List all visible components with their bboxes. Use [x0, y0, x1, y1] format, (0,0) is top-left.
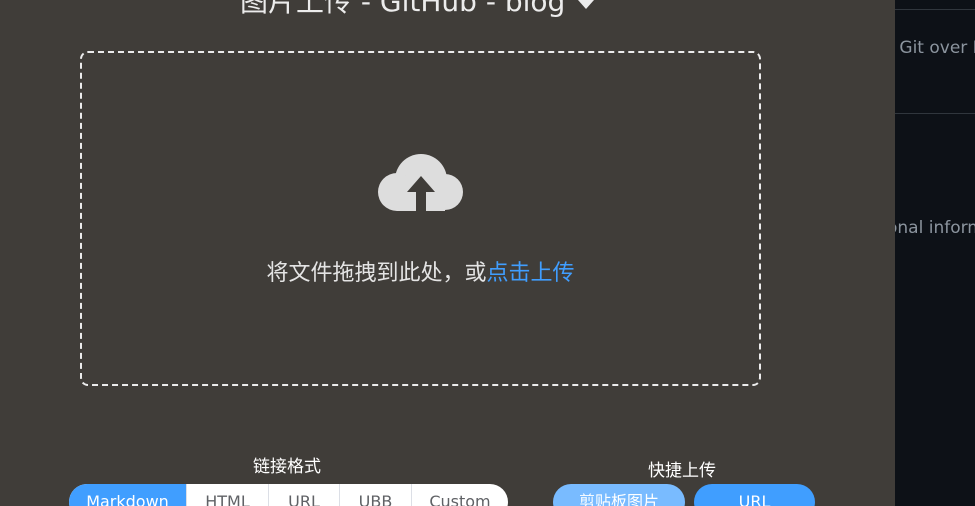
format-option-custom[interactable]: Custom	[412, 484, 508, 506]
picbed-title[interactable]: 图片上传 - GitHub - blog	[240, 0, 565, 20]
format-option-html[interactable]: HTML	[187, 484, 269, 506]
upload-dropzone[interactable]: 将文件拖拽到此处，或点击上传	[80, 51, 761, 386]
dropzone-label: 将文件拖拽到此处，或	[266, 261, 487, 286]
background-text: r Git over H	[895, 38, 975, 58]
format-option-url[interactable]: URL	[269, 484, 340, 506]
link-format-selector: Markdown HTML URL UBB Custom	[69, 484, 508, 506]
clipboard-upload-button[interactable]: 剪贴板图片	[553, 484, 685, 506]
background-page: r Git over H onal inform	[895, 0, 975, 506]
caret-down-icon[interactable]	[578, 0, 594, 9]
background-text: onal inform	[895, 218, 975, 238]
cloud-upload-icon	[378, 154, 463, 212]
divider	[895, 113, 975, 114]
quick-upload-label: 快捷上传	[648, 461, 716, 481]
click-upload-link[interactable]: 点击上传	[487, 261, 575, 286]
dropzone-text: 将文件拖拽到此处，或点击上传	[82, 255, 759, 287]
format-option-markdown[interactable]: Markdown	[69, 484, 187, 506]
divider	[895, 9, 975, 10]
upload-panel: 图片上传 - GitHub - blog 将文件拖拽到此处，或点击上传 链接格式…	[0, 0, 895, 506]
format-option-ubb[interactable]: UBB	[340, 484, 412, 506]
url-upload-button[interactable]: URL	[694, 484, 815, 506]
link-format-label: 链接格式	[253, 457, 321, 477]
